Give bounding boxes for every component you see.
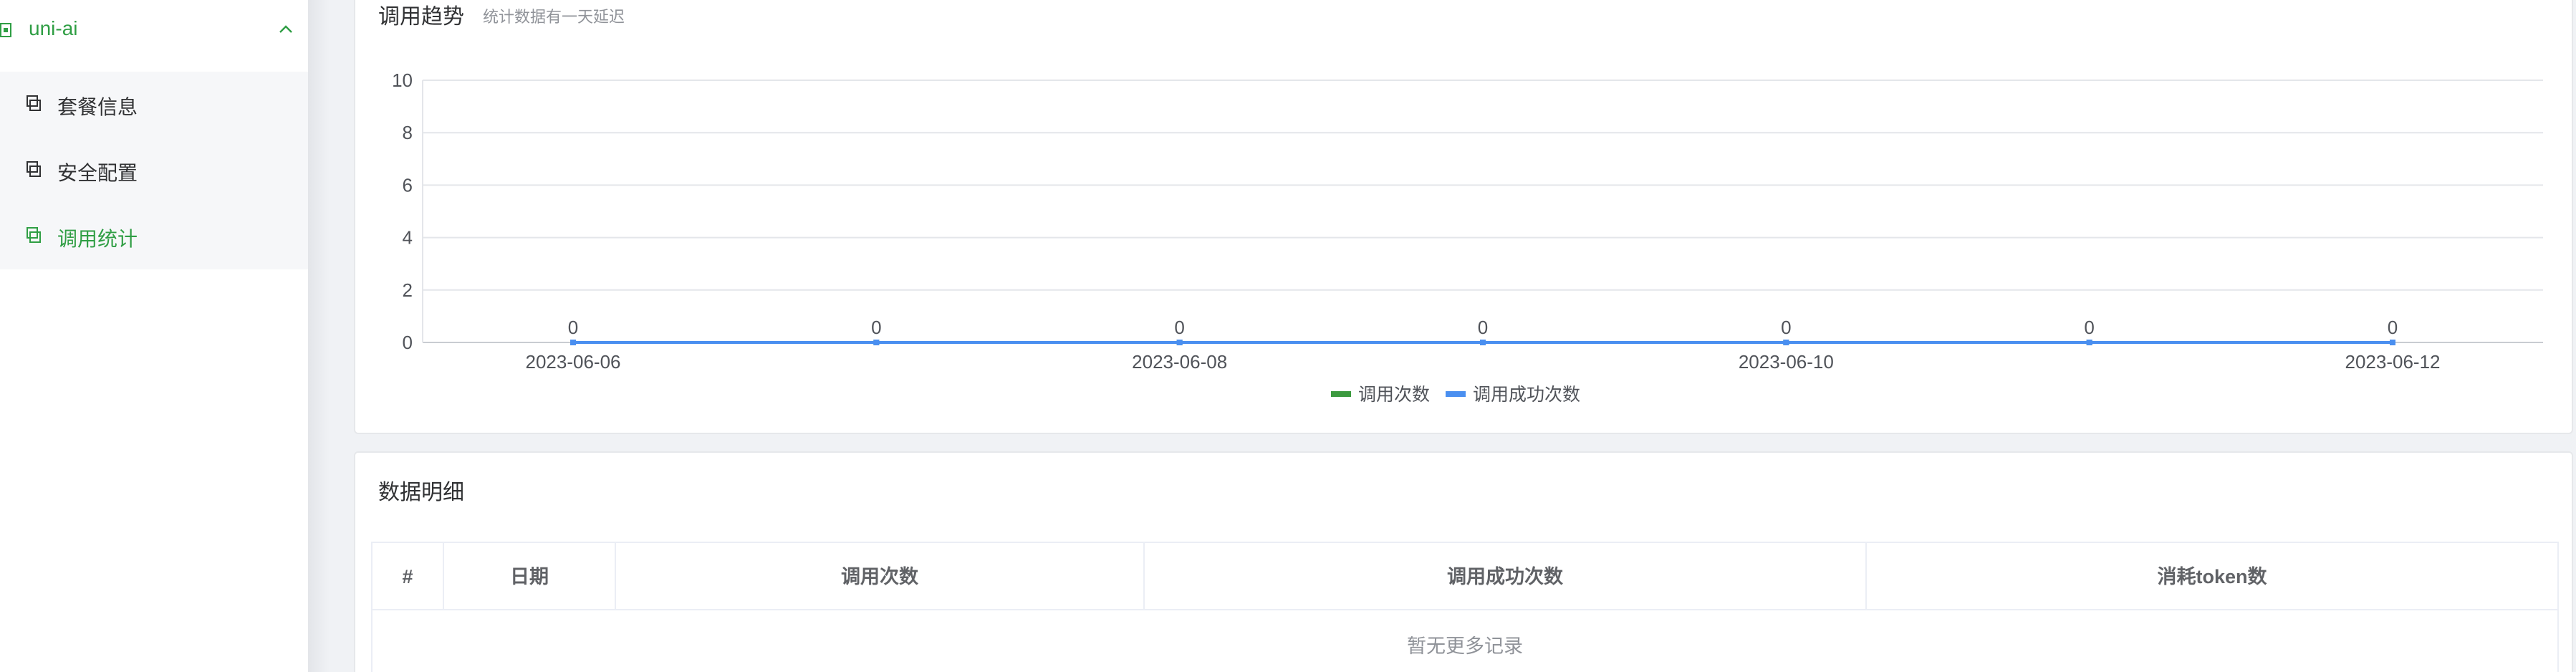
data-label: 0 — [1174, 317, 1184, 338]
data-point — [2086, 340, 2092, 345]
data-point — [570, 340, 576, 345]
legend-swatch — [1331, 391, 1351, 397]
y-tick-label: 4 — [403, 227, 413, 249]
sidebar-item-label: 套餐信息 — [57, 96, 138, 118]
document-icon — [27, 227, 41, 243]
sidebar-divider — [308, 0, 330, 672]
sidebar-item-usage-stats[interactable]: 调用统计 — [0, 203, 308, 269]
y-tick-label: 0 — [403, 332, 413, 353]
data-label: 0 — [2084, 317, 2094, 338]
detail-title: 数据明细 — [378, 481, 464, 504]
data-point — [1176, 340, 1183, 345]
data-label: 0 — [2388, 317, 2398, 338]
trend-title: 调用趋势 — [378, 5, 464, 29]
detail-table: # 日期 调用次数 调用成功次数 消耗token数 暂无更多记录 — [371, 542, 2559, 672]
submenu: 套餐信息 安全配置 调用统计 — [0, 72, 308, 269]
x-tick-label: 2023-06-08 — [1132, 351, 1227, 373]
sidebar-item-plan-info[interactable]: 套餐信息 — [0, 72, 308, 138]
app-name: uni-ai — [29, 17, 78, 39]
table-header: # 日期 调用次数 调用成功次数 消耗token数 — [373, 543, 2557, 610]
empty-state-text: 暂无更多记录 — [1407, 635, 1523, 657]
sidebar-item-label: 安全配置 — [57, 162, 138, 184]
trend-subtitle: 统计数据有一天延迟 — [483, 8, 625, 26]
data-point — [1783, 340, 1789, 345]
sidebar: uni-ai 套餐信息 安全配置 调用统计 — [0, 0, 308, 672]
y-tick-label: 10 — [392, 69, 413, 91]
sidebar-item-label: 调用统计 — [57, 228, 138, 250]
sidebar-item-security[interactable]: 安全配置 — [0, 138, 308, 203]
chevron-up-icon[interactable] — [277, 20, 295, 39]
x-tick-label: 2023-06-10 — [1739, 351, 1834, 373]
data-label: 0 — [568, 317, 578, 338]
legend-swatch — [1446, 391, 1466, 397]
column-header-calls: 调用次数 — [616, 543, 1145, 610]
y-tick-label: 2 — [403, 279, 413, 301]
column-header-tokens: 消耗token数 — [2157, 566, 2267, 587]
data-point — [873, 340, 880, 345]
app-icon — [0, 23, 11, 37]
x-tick-label: 2023-06-12 — [2345, 351, 2441, 373]
column-header-index: # — [373, 543, 444, 610]
column-header-date: 日期 — [444, 543, 616, 610]
y-tick-label: 6 — [403, 174, 413, 196]
usage-trend-chart: 0 2 4 6 8 10 2023-06-06 2023-06-08 2023-06-10 202… — [392, 69, 2543, 405]
x-tick-label: 2023-06-06 — [526, 351, 621, 373]
column-header-success-calls: 调用成功次数 — [1145, 543, 1867, 610]
data-label: 0 — [1478, 317, 1488, 338]
data-label: 0 — [871, 317, 881, 338]
data-point — [2390, 340, 2395, 345]
data-point — [1480, 340, 1486, 345]
data-label: 0 — [1781, 317, 1791, 338]
legend-label: 调用成功次数 — [1473, 385, 1580, 405]
y-tick-label: 8 — [403, 122, 413, 143]
legend-label: 调用次数 — [1358, 385, 1430, 405]
app-menu-header[interactable]: uni-ai — [0, 0, 308, 69]
document-icon — [27, 95, 41, 111]
document-icon — [27, 161, 41, 177]
